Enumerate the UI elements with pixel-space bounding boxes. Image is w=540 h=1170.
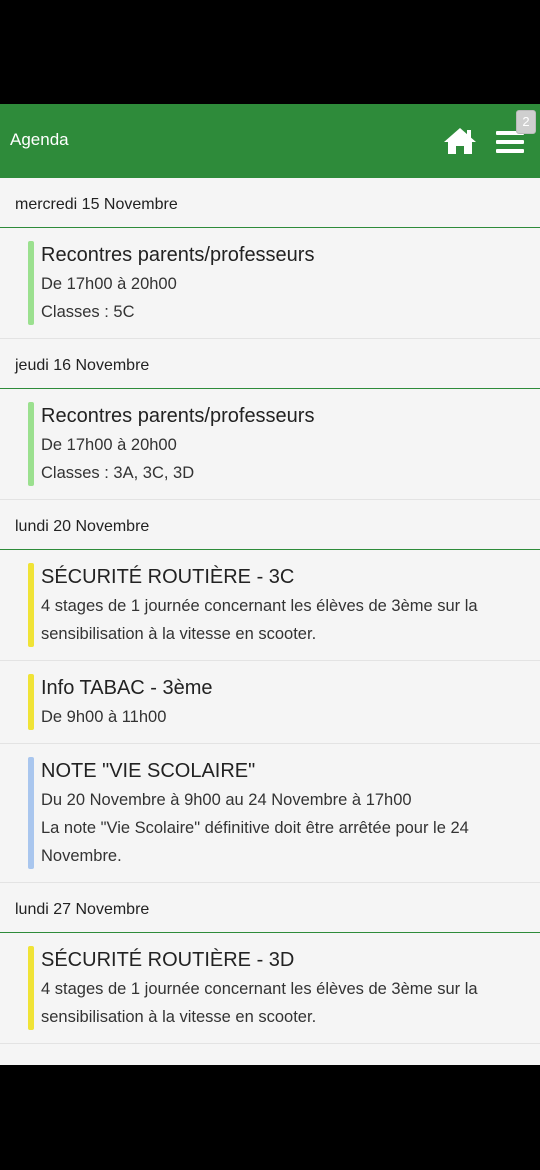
event-title: NOTE "VIE SCOLAIRE" [41, 760, 256, 782]
event-detail: Classes : 3A, 3C, 3D [41, 464, 195, 482]
app-bar: Agenda 2 [0, 104, 540, 178]
day-header: jeudi 16 Novembre [0, 339, 540, 389]
notification-badge: 2 [516, 110, 536, 134]
event-detail: De 17h00 à 20h00 [41, 436, 177, 454]
event-title: SÉCURITÉ ROUTIÈRE - 3D [41, 949, 295, 971]
agenda-event[interactable]: Recontres parents/professeurs De 17h00 à … [0, 228, 540, 339]
event-title: SÉCURITÉ ROUTIÈRE - 3C [41, 566, 295, 588]
phone-screen: Agenda 2 mercredi 15 Novembre Recontres p… [0, 0, 540, 1170]
event-detail: 4 stages de 1 journée concernant les élè… [41, 980, 478, 1026]
event-color-bar [28, 757, 34, 869]
agenda-event[interactable]: NOTE "VIE SCOLAIRE" Du 20 Novembre à 9h00… [0, 744, 540, 883]
agenda-event[interactable]: SÉCURITÉ ROUTIÈRE - 3C 4 stages de 1 jour… [0, 550, 540, 661]
page-title: Agenda [10, 130, 69, 149]
day-header: lundi 20 Novembre [0, 500, 540, 550]
event-detail: Classes : 5C [41, 303, 135, 321]
event-detail: De 9h00 à 11h00 [41, 708, 167, 726]
day-header: mercredi 15 Novembre [0, 178, 540, 228]
event-color-bar [28, 563, 34, 647]
event-color-bar [28, 674, 34, 730]
event-title: Info TABAC - 3ème [41, 677, 213, 699]
home-icon [444, 128, 476, 154]
event-detail: De 17h00 à 20h00 [41, 275, 177, 293]
event-color-bar [28, 946, 34, 1030]
event-detail: La note "Vie Scolaire" définitive doit ê… [41, 819, 469, 865]
day-header: lundi 27 Novembre [0, 883, 540, 933]
event-detail: 4 stages de 1 journée concernant les élè… [41, 597, 478, 643]
agenda-event[interactable]: SÉCURITÉ ROUTIÈRE - 3D 4 stages de 1 jour… [0, 933, 540, 1044]
agenda-event[interactable]: Recontres parents/professeurs De 17h00 à … [0, 389, 540, 500]
event-title: Recontres parents/professeurs [41, 405, 315, 427]
event-detail: Du 20 Novembre à 9h00 au 24 Novembre à 1… [41, 791, 412, 809]
event-color-bar [28, 241, 34, 325]
event-color-bar [28, 402, 34, 486]
agenda-list: mercredi 15 Novembre Recontres parents/pr… [0, 178, 540, 1044]
home-button[interactable] [442, 126, 478, 156]
agenda-app: Agenda 2 mercredi 15 Novembre Recontres p… [0, 104, 540, 1065]
event-title: Recontres parents/professeurs [41, 244, 315, 266]
agenda-event[interactable]: Info TABAC - 3ème De 9h00 à 11h00 [0, 661, 540, 744]
